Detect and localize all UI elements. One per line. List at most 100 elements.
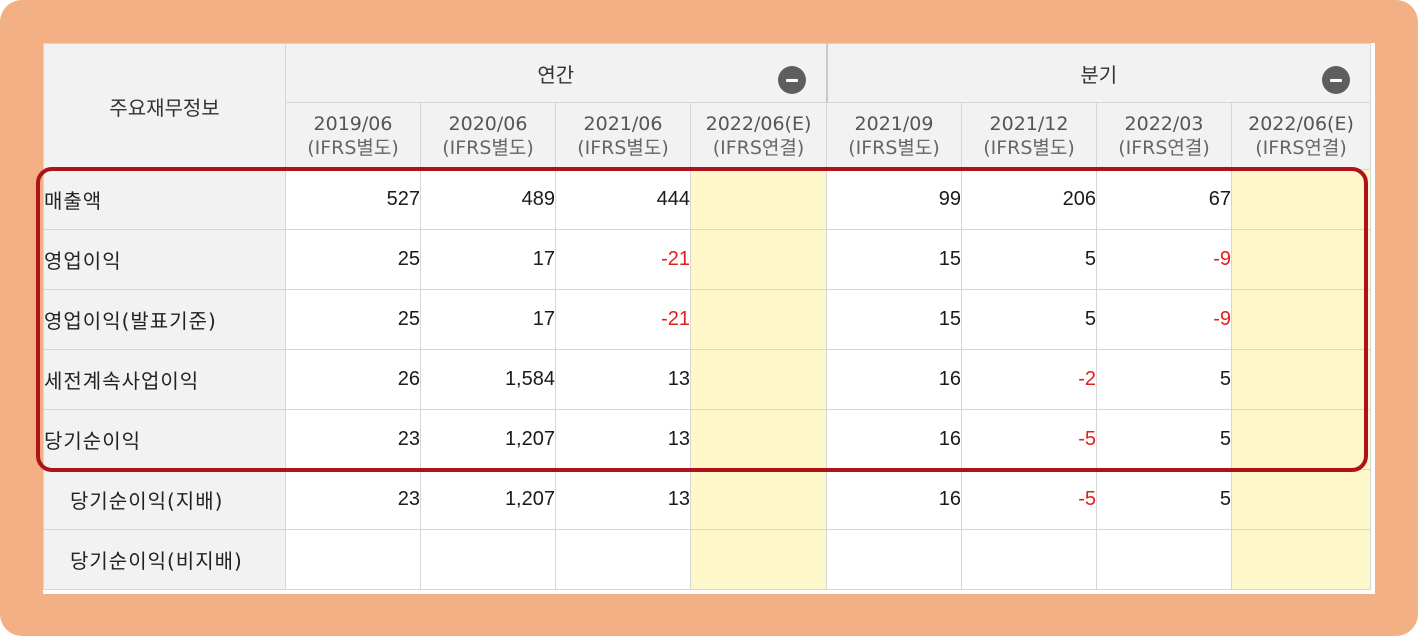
- group-header-quarterly: 분기: [825, 43, 1371, 103]
- period-date: 2022/03: [1124, 113, 1204, 135]
- value-cell: [690, 349, 827, 410]
- value-cell: 67: [1096, 169, 1232, 230]
- value-cell: 16: [826, 409, 962, 470]
- table-title: 주요재무정보: [43, 43, 286, 170]
- value-cell: 444: [555, 169, 691, 230]
- financial-table: 주요재무정보 연간 분기 2019/06 (IFRS별도) 2020/06 (IFR…: [43, 43, 1371, 590]
- value-cell: -21: [555, 229, 691, 290]
- value-cell: 1,207: [420, 409, 556, 470]
- value-cell: [555, 529, 691, 590]
- value-cell: [961, 529, 1097, 590]
- period-header: 2022/06(E) (IFRS연결): [1231, 102, 1371, 170]
- value-cell: 23: [285, 469, 421, 530]
- value-cell: 13: [555, 409, 691, 470]
- value-cell: -2: [961, 349, 1097, 410]
- value-cell: 25: [285, 229, 421, 290]
- table-row: 당기순이익 23 1,207 13 16 -5 5: [43, 409, 1371, 470]
- value-cell: [690, 409, 827, 470]
- table-row: 당기순이익(지배) 23 1,207 13 16 -5 5: [43, 469, 1371, 530]
- period-date: 2021/12: [989, 113, 1069, 135]
- value-cell: [690, 529, 827, 590]
- period-basis: (IFRS별도): [577, 137, 669, 159]
- value-cell: 1,584: [420, 349, 556, 410]
- group-label-quarterly: 분기: [1080, 62, 1118, 87]
- period-basis: (IFRS별도): [442, 137, 534, 159]
- row-label[interactable]: 당기순이익(지배): [43, 469, 286, 530]
- value-cell: -21: [555, 289, 691, 350]
- value-cell: [1231, 169, 1371, 230]
- period-date: 2022/06(E): [705, 113, 812, 135]
- value-cell: 25: [285, 289, 421, 350]
- value-cell: -9: [1096, 289, 1232, 350]
- value-cell: [690, 229, 827, 290]
- value-cell: 17: [420, 289, 556, 350]
- table-row: 당기순이익(비지배): [43, 529, 1371, 590]
- group-label-annual: 연간: [537, 62, 575, 87]
- period-date: 2019/06: [313, 113, 393, 135]
- value-cell: 16: [826, 349, 962, 410]
- value-cell: 5: [1096, 409, 1232, 470]
- period-basis: (IFRS연결): [1118, 137, 1210, 159]
- table-row: 영업이익(발표기준) 25 17 -21 15 5 -9: [43, 289, 1371, 350]
- table-row: 매출액 527 489 444 99 206 67: [43, 169, 1371, 230]
- value-cell: [690, 469, 827, 530]
- table-body: 매출액 527 489 444 99 206 67 영업이익 25 17 -21 15 5 -9 영업이익(…: [43, 169, 1371, 590]
- value-cell: 26: [285, 349, 421, 410]
- value-cell: 5: [961, 289, 1097, 350]
- value-cell: [1231, 529, 1371, 590]
- period-date: 2021/06: [583, 113, 663, 135]
- value-cell: 5: [1096, 349, 1232, 410]
- value-cell: [285, 529, 421, 590]
- value-cell: 527: [285, 169, 421, 230]
- row-label[interactable]: 세전계속사업이익: [43, 349, 286, 410]
- value-cell: 15: [826, 229, 962, 290]
- value-cell: -5: [961, 409, 1097, 470]
- value-cell: -9: [1096, 229, 1232, 290]
- collapse-quarterly-icon[interactable]: [1322, 66, 1350, 94]
- row-label[interactable]: 매출액: [43, 169, 286, 230]
- value-cell: [420, 529, 556, 590]
- value-cell: [1231, 229, 1371, 290]
- collapse-annual-icon[interactable]: [777, 66, 806, 94]
- row-label[interactable]: 영업이익: [43, 229, 286, 290]
- period-header: 2022/06(E) (IFRS연결): [690, 102, 827, 170]
- value-cell: 23: [285, 409, 421, 470]
- table-row: 세전계속사업이익 26 1,584 13 16 -2 5: [43, 349, 1371, 410]
- group-header-annual: 연간: [285, 43, 827, 103]
- value-cell: 13: [555, 349, 691, 410]
- row-label[interactable]: 당기순이익: [43, 409, 286, 470]
- value-cell: 16: [826, 469, 962, 530]
- value-cell: 5: [1096, 469, 1232, 530]
- period-basis: (IFRS별도): [983, 137, 1075, 159]
- period-basis: (IFRS연결): [1255, 137, 1347, 159]
- value-cell: [690, 169, 827, 230]
- period-header: 2021/06 (IFRS별도): [555, 102, 691, 170]
- value-cell: [1096, 529, 1232, 590]
- value-cell: 5: [961, 229, 1097, 290]
- value-cell: [690, 289, 827, 350]
- value-cell: 15: [826, 289, 962, 350]
- value-cell: [1231, 349, 1371, 410]
- row-label[interactable]: 영업이익(발표기준): [43, 289, 286, 350]
- financial-summary-panel: 주요재무정보 연간 분기 2019/06 (IFRS별도) 2020/06 (IFR…: [43, 43, 1375, 594]
- period-basis: (IFRS별도): [307, 137, 399, 159]
- period-date: 2022/06(E): [1248, 113, 1354, 135]
- value-cell: 206: [961, 169, 1097, 230]
- period-header: 2022/03 (IFRS연결): [1096, 102, 1232, 170]
- value-cell: [1231, 289, 1371, 350]
- period-date: 2020/06: [448, 113, 528, 135]
- period-date: 2021/09: [854, 113, 934, 135]
- period-header: 2021/09 (IFRS별도): [826, 102, 962, 170]
- period-basis: (IFRS별도): [848, 137, 940, 159]
- value-cell: 99: [826, 169, 962, 230]
- period-header: 2021/12 (IFRS별도): [961, 102, 1097, 170]
- value-cell: [1231, 409, 1371, 470]
- value-cell: 17: [420, 229, 556, 290]
- row-label[interactable]: 당기순이익(비지배): [43, 529, 286, 590]
- period-basis: (IFRS연결): [712, 137, 805, 159]
- value-cell: [826, 529, 962, 590]
- value-cell: 489: [420, 169, 556, 230]
- value-cell: 13: [555, 469, 691, 530]
- table-row: 영업이익 25 17 -21 15 5 -9: [43, 229, 1371, 290]
- value-cell: 1,207: [420, 469, 556, 530]
